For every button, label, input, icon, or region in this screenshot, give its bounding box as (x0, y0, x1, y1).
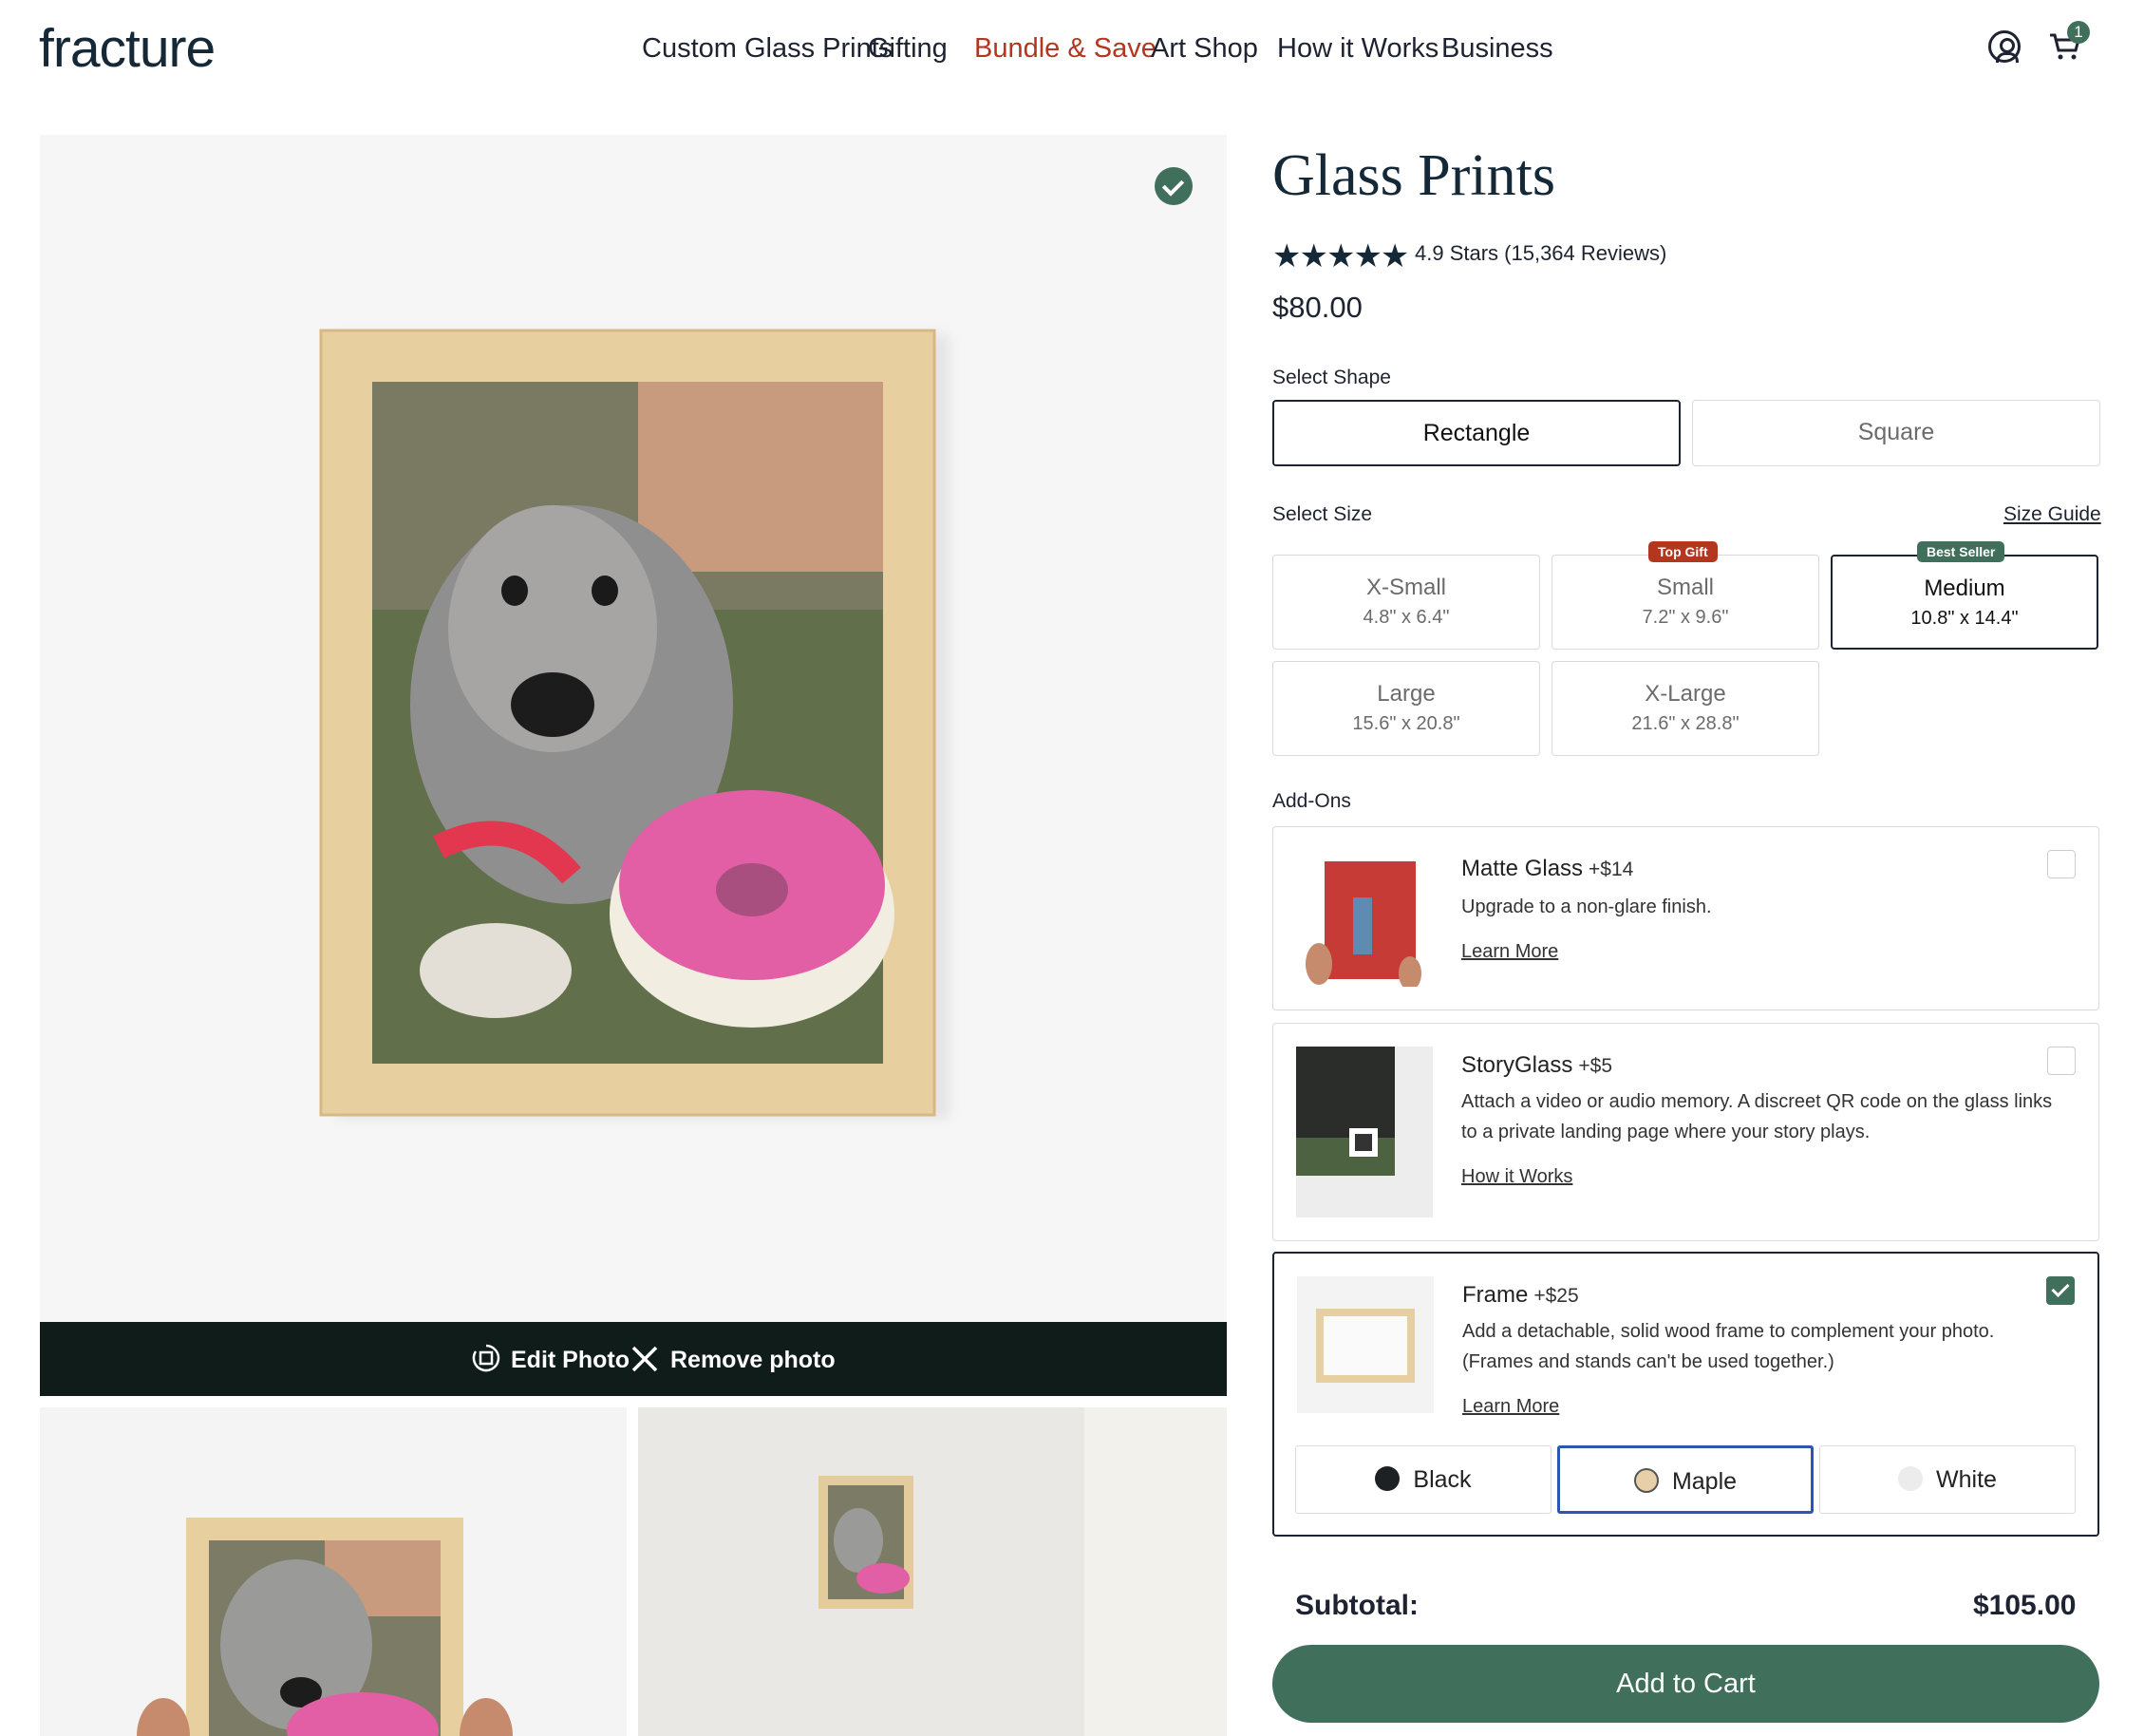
subtotal-label: Subtotal: (1295, 1590, 1419, 1621)
size-name: X-Large (1645, 681, 1726, 707)
addon-name: Frame (1462, 1282, 1529, 1308)
photo-action-bar: Edit Photo Remove photo (40, 1322, 1227, 1396)
remove-photo-button[interactable]: Remove photo (670, 1347, 836, 1374)
addon-image (1296, 850, 1433, 987)
frame-color-label: Black (1413, 1466, 1472, 1493)
thumbnail-wall-frame[interactable] (638, 1407, 1227, 1736)
add-to-cart-button[interactable]: Add to Cart (1272, 1645, 2099, 1723)
shape-option-square[interactable]: Square (1692, 400, 2100, 466)
addon-image (1296, 1047, 1433, 1217)
shape-option-rectangle[interactable]: Rectangle (1272, 400, 1681, 466)
product-main-image (40, 135, 1227, 1322)
addon-learn-more-link[interactable]: Learn More (1461, 941, 1558, 963)
addon-name: StoryGlass (1461, 1052, 1573, 1078)
addon-title: Matte Glass +$14 (1461, 856, 1633, 882)
addon-storyglass[interactable]: StoryGlass +$5 Attach a video or audio me… (1272, 1023, 2099, 1241)
size-dims: 10.8" x 14.4" (1910, 608, 2019, 629)
storyglass-image (1296, 1047, 1433, 1217)
close-icon (631, 1346, 658, 1372)
addon-description: Attach a video or audio memory. A discre… (1461, 1091, 2053, 1142)
frame-color-maple[interactable]: Maple (1557, 1445, 1814, 1514)
addon-learn-more-link[interactable]: Learn More (1462, 1396, 1559, 1418)
addon-price: +$14 (1589, 859, 1634, 880)
nav-custom-glass-prints[interactable]: Custom Glass Prints (642, 33, 893, 65)
frame-color-white[interactable]: White (1819, 1445, 2076, 1514)
rating-text[interactable]: 4.9 Stars (15,364 Reviews) (1415, 241, 1666, 266)
addon-matte-glass[interactable]: Matte Glass +$14 Upgrade to a non-glare f… (1272, 826, 2099, 1010)
size-dims: 4.8" x 6.4" (1363, 607, 1450, 628)
nav-bundle-save[interactable]: Bundle & Save (974, 33, 1157, 65)
size-option-medium[interactable]: Medium 10.8" x 14.4" (1831, 555, 2098, 650)
frame-image (1297, 1276, 1434, 1413)
addon-title: Frame +$25 (1462, 1282, 1579, 1309)
size-option-small[interactable]: Small 7.2" x 9.6" (1552, 555, 1819, 650)
subtotal-value: $105.00 (1973, 1590, 2077, 1621)
addon-description: Add a detachable, solid wood frame to co… (1462, 1321, 1995, 1372)
frame-color-black[interactable]: Black (1295, 1445, 1552, 1514)
addon-description: Upgrade to a non-glare finish. (1461, 896, 1712, 917)
size-option-large[interactable]: Large 15.6" x 20.8" (1272, 661, 1540, 756)
white-swatch-icon (1898, 1466, 1924, 1492)
matte-glass-image (1296, 850, 1433, 987)
shape-label: Select Shape (1272, 367, 1391, 388)
black-swatch-icon (1375, 1466, 1401, 1492)
top-nav: fracture Custom Glass Prints Gifting Bun… (0, 0, 2144, 91)
size-dims: 15.6" x 20.8" (1352, 713, 1460, 734)
edit-photo-button[interactable]: Edit Photo (511, 1347, 630, 1374)
nav-how-it-works[interactable]: How it Works (1277, 33, 1439, 65)
size-option-x-small[interactable]: X-Small 4.8" x 6.4" (1272, 555, 1540, 650)
top-gift-badge: Top Gift (1648, 541, 1718, 562)
size-option-x-large[interactable]: X-Large 21.6" x 28.8" (1552, 661, 1819, 756)
addon-checkbox[interactable] (2047, 1047, 2076, 1075)
addon-checkbox[interactable] (2047, 850, 2076, 878)
framed-dog-photo (319, 329, 950, 1119)
thumbnail-room-photo (818, 1407, 1227, 1736)
size-dims: 7.2" x 9.6" (1642, 607, 1729, 628)
addon-image (1297, 1276, 1434, 1413)
size-name: Small (1656, 575, 1714, 600)
edit-photo-icon (472, 1344, 500, 1372)
addon-title: StoryGlass +$5 (1461, 1052, 1612, 1079)
product-price: $80.00 (1272, 291, 1363, 324)
size-name: X-Small (1365, 575, 1446, 600)
size-label: Select Size (1272, 503, 1373, 525)
thumbnail-held-frame[interactable] (40, 1407, 627, 1736)
best-seller-badge: Best Seller (1917, 541, 2005, 562)
nav-art-shop[interactable]: Art Shop (1151, 33, 1258, 65)
nav-gifting[interactable]: Gifting (868, 33, 948, 65)
nav-business[interactable]: Business (1441, 33, 1553, 65)
size-dims: 21.6" x 28.8" (1631, 713, 1740, 734)
addon-checkbox-checked[interactable] (2046, 1276, 2075, 1305)
cart-count-badge: 1 (2067, 21, 2090, 44)
addon-how-it-works-link[interactable]: How it Works (1461, 1166, 1572, 1188)
rating-stars-icon: ★★★★★ (1272, 238, 1409, 274)
frame-color-label: Maple (1671, 1468, 1738, 1495)
account-icon[interactable] (1988, 30, 2021, 63)
size-name: Medium (1924, 576, 2005, 601)
product-title: Glass Prints (1272, 143, 1555, 208)
size-guide-link[interactable]: Size Guide (2003, 503, 2101, 526)
frame-color-label: White (1936, 1466, 1997, 1493)
maple-swatch-icon (1633, 1468, 1659, 1494)
addon-price: +$25 (1533, 1285, 1579, 1307)
addons-label: Add-Ons (1272, 790, 1351, 812)
addon-name: Matte Glass (1461, 856, 1584, 881)
photo-selected-check-icon (1155, 167, 1193, 205)
addon-price: +$5 (1578, 1055, 1612, 1077)
thumbnail-photo (137, 1518, 513, 1736)
brand-logo[interactable]: fracture (39, 17, 216, 80)
size-name: Large (1377, 681, 1436, 707)
